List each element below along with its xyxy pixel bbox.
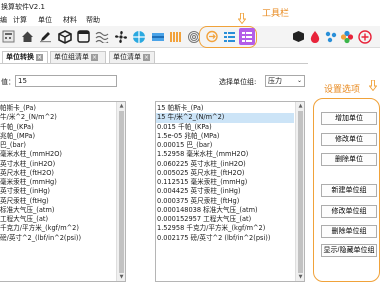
drop-icon[interactable] — [306, 28, 323, 45]
result-list[interactable]: 15 帕斯卡_(Pa) 15 牛/米^2_(N/m^2) 0.015 千帕_(KPa… — [155, 101, 305, 282]
chevron-down-icon: ⌄ — [296, 77, 302, 84]
list-item[interactable]: 15 帕斯卡_(Pa) — [156, 104, 294, 113]
unit-group-select[interactable]: 压力 ⌄ — [265, 75, 305, 87]
scroll-thumb[interactable] — [298, 111, 303, 273]
left-list-scrollbar[interactable]: ▲ ▼ — [116, 102, 125, 281]
plus-icon[interactable] — [356, 28, 373, 45]
list-item[interactable]: 千克力/平方米_(kgf/m^2) — [0, 224, 115, 233]
add-unit-button[interactable]: 增加单位 — [321, 112, 377, 125]
toggle-unit-group-button[interactable]: 显示/隐藏单位组 — [321, 244, 377, 257]
list-item[interactable]: 毫米水柱_(mmH2O) — [0, 150, 115, 159]
new-unit-group-button[interactable]: 新建单位组 — [321, 184, 377, 197]
window-title: 换算软件V2.1 — [1, 3, 45, 11]
menu-calculate[interactable]: 计算 — [13, 15, 27, 25]
list-item[interactable]: 0.112515 毫米汞柱_(mmHg) — [156, 178, 294, 187]
flower-icon[interactable] — [338, 28, 355, 45]
scroll-up-icon[interactable]: ▲ — [296, 102, 304, 110]
edit-unit-group-button[interactable]: 修改单位组 — [321, 205, 377, 218]
scroll-down-icon[interactable]: ▼ — [117, 273, 125, 281]
dots-icon[interactable] — [322, 28, 339, 45]
grid-icon[interactable] — [130, 28, 147, 45]
list-item[interactable]: 英尺水柱_(ftH2O) — [0, 169, 115, 178]
list-item[interactable]: 英寸水柱_(inH2O) — [0, 160, 115, 169]
calculator-icon[interactable] — [0, 28, 17, 45]
close-icon[interactable]: × — [143, 53, 150, 61]
settings-callout-arrow — [369, 80, 377, 91]
wave-icon[interactable] — [93, 28, 110, 45]
toolbar-callout-arrow — [238, 13, 246, 24]
close-icon[interactable]: × — [91, 53, 98, 61]
list-item[interactable]: 巴_(bar) — [0, 141, 115, 150]
list-item[interactable]: 0.000152957 工程大气压_(at) — [156, 215, 294, 224]
list-item[interactable]: 毫米汞柱_(mmHg) — [0, 178, 115, 187]
edit-icon[interactable] — [37, 28, 54, 45]
home-icon[interactable] — [19, 28, 36, 45]
list-item[interactable]: 千帕_(KPa) — [0, 123, 115, 132]
tab-unit-group-list[interactable]: 单位组清单 × — [50, 51, 106, 63]
menu-unit[interactable]: 单位 — [38, 15, 52, 25]
list-item[interactable]: 英寸汞柱_(inHg) — [0, 187, 115, 196]
delete-unit-group-button[interactable]: 删除单位组 — [321, 225, 377, 238]
right-list-scrollbar[interactable]: ▲ ▼ — [295, 102, 304, 281]
list-item[interactable]: 0.004425 英寸汞柱_(inHg) — [156, 187, 294, 196]
list-selected-icon[interactable] — [239, 28, 255, 45]
list-item[interactable]: 0.005025 英尺水柱_(ftH2O) — [156, 169, 294, 178]
scroll-thumb[interactable] — [119, 111, 124, 273]
toolbar — [0, 26, 380, 48]
scroll-up-icon[interactable]: ▲ — [117, 102, 125, 110]
list-item[interactable]: 兆帕_(MPa) — [0, 132, 115, 141]
list-item[interactable]: 15 牛/米^2_(N/m^2) — [156, 113, 294, 123]
list-item[interactable]: 牛/米^2_(N/m^2) — [0, 113, 115, 122]
list-item[interactable]: 0.00015 巴_(bar) — [156, 141, 294, 150]
unit-group-label: 选择单位组: — [219, 78, 257, 86]
list-item[interactable]: 帕斯卡_(Pa) — [0, 104, 115, 113]
close-icon[interactable]: × — [36, 53, 43, 61]
source-unit-list[interactable]: 帕斯卡_(Pa) 牛/米^2_(N/m^2) 千帕_(KPa) 兆帕_(MPa) 巴_(… — [0, 101, 126, 282]
menu-bar: 编 计算 单位 材料 帮助 — [0, 12, 380, 26]
list-item[interactable]: 0.002175 磅/英寸^2 (lbf/in^2(psi)) — [156, 234, 294, 243]
list-item[interactable]: 0.000375 英尺汞柱_(ftHg) — [156, 197, 294, 206]
value-input[interactable]: 15 — [15, 75, 117, 87]
value-label: 值： — [1, 78, 15, 86]
pipe-icon[interactable] — [149, 28, 166, 45]
toolbar-callout-label: 工具栏 — [262, 9, 290, 19]
3d-icon[interactable] — [56, 28, 73, 45]
delete-unit-button[interactable]: 删除单位 — [321, 153, 377, 166]
list-item[interactable]: 1.52958 毫米水柱_(mmH2O) — [156, 150, 294, 159]
list-item[interactable]: 工程大气压_(at) — [0, 215, 115, 224]
menu-edit[interactable]: 编 — [0, 15, 7, 25]
menu-material[interactable]: 材料 — [63, 15, 77, 25]
list-item[interactable]: 0.000148038 标准大气压_(atm) — [156, 206, 294, 215]
edit-unit-button[interactable]: 修改单位 — [321, 133, 377, 146]
scroll-down-icon[interactable]: ▼ — [296, 273, 304, 281]
list-item[interactable]: 磅/英寸^2_(lbf/in^2(psi)) — [0, 234, 115, 243]
radiator-icon[interactable] — [167, 28, 184, 45]
menu-help[interactable]: 帮助 — [86, 15, 100, 25]
settings-callout: 设置选项 — [324, 85, 361, 95]
tab-unit-list[interactable]: 单位清单 × — [109, 51, 155, 63]
list-item[interactable]: 0.015 千帕_(KPa) — [156, 123, 294, 132]
list-item[interactable]: 1.52958 千克力/平方米_(kgf/m^2) — [156, 224, 294, 233]
list-item[interactable]: 0.060225 英寸水柱_(inH2O) — [156, 160, 294, 169]
fan-icon[interactable] — [112, 28, 129, 45]
title-bar: 换算软件V2.1 — [0, 0, 380, 12]
cube-icon[interactable] — [290, 28, 307, 45]
list-item[interactable]: 标准大气压_(atm) — [0, 206, 115, 215]
list-item[interactable]: 1.5e-05 兆帕_(MPa) — [156, 132, 294, 141]
list-item[interactable]: 英尺汞柱_(ftHg) — [0, 197, 115, 206]
window-icon[interactable] — [75, 28, 92, 45]
